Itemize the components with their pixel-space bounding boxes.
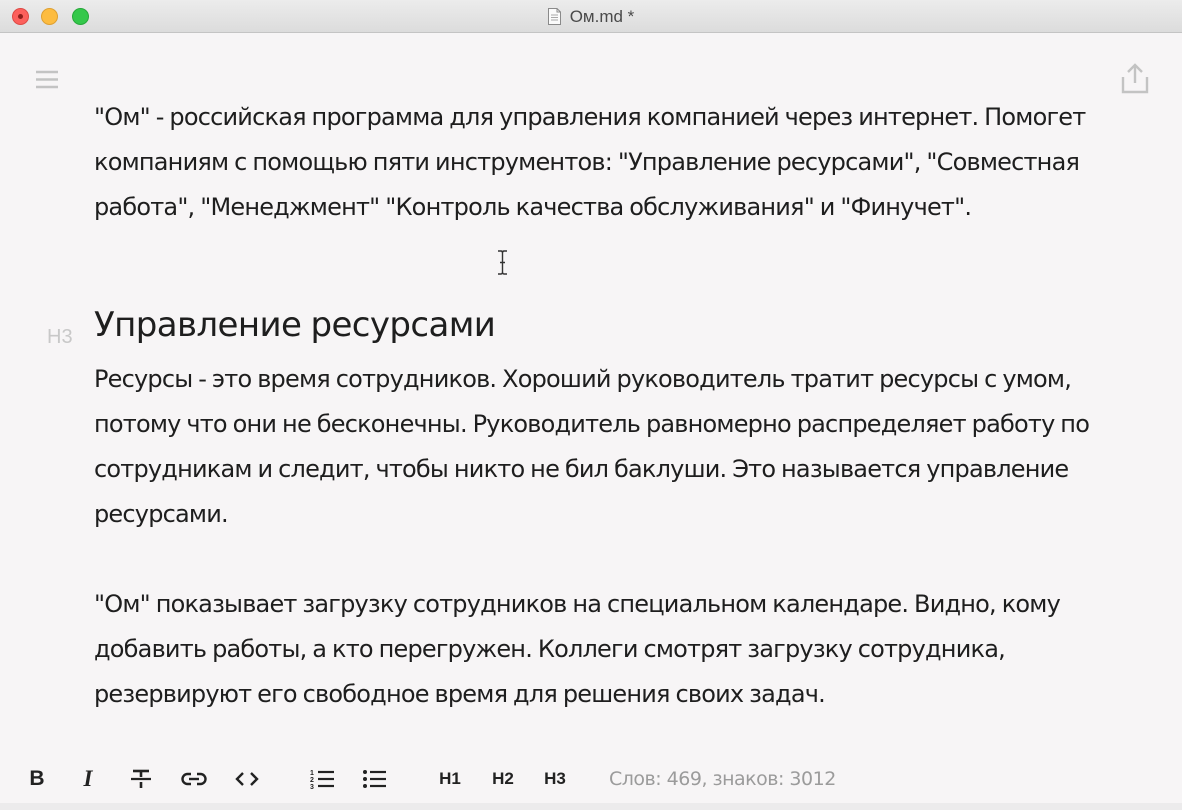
link-button[interactable] — [180, 766, 208, 792]
bullet-list-icon — [363, 770, 386, 788]
paragraph: Ресурсы - это время сотрудников. Хороший… — [94, 365, 1090, 528]
svg-text:1: 1 — [310, 770, 314, 777]
title-bar: Ом.md * — [0, 0, 1182, 33]
ordered-list-icon: 1 2 3 — [310, 770, 334, 791]
share-icon[interactable] — [1121, 62, 1149, 94]
ordered-list-button[interactable]: 1 2 3 — [309, 766, 335, 792]
heading2-button[interactable]: H2 — [490, 766, 516, 792]
editor-area[interactable]: "Ом" - российская программа для управлен… — [47, 95, 1134, 717]
paragraph: "Ом" показывает загрузку сотрудников на … — [94, 590, 1061, 708]
italic-button[interactable]: I — [78, 766, 98, 792]
section-heading: Управление ресурсами — [94, 305, 496, 345]
bold-button[interactable]: B — [27, 766, 47, 792]
heading-level-marker: H3 — [47, 326, 73, 348]
bullet-list-button[interactable] — [362, 766, 388, 792]
link-icon — [181, 772, 207, 786]
heading-block: H3 Управление ресурсами — [47, 293, 1134, 357]
svg-text:3: 3 — [310, 784, 314, 791]
document-icon — [547, 8, 561, 25]
text-cursor-icon — [498, 250, 507, 275]
heading3-button[interactable]: H3 — [542, 766, 568, 792]
code-icon — [235, 772, 259, 786]
menu-icon[interactable] — [36, 70, 58, 89]
window-bottom-edge — [0, 803, 1182, 810]
paragraph: "Ом" - российская программа для управлен… — [94, 103, 1086, 221]
window-title: Ом.md * — [569, 6, 635, 26]
strikethrough-icon — [131, 769, 151, 788]
heading1-button[interactable]: H1 — [437, 766, 463, 792]
code-button[interactable] — [233, 766, 261, 792]
strikethrough-button[interactable] — [128, 766, 154, 792]
format-toolbar: B I 1 2 3 H1 H2 H3 Слов: 469, знаков: 30… — [0, 755, 1182, 803]
word-count-status: Слов: 469, знаков: 3012 — [609, 768, 836, 790]
svg-text:2: 2 — [310, 777, 314, 784]
